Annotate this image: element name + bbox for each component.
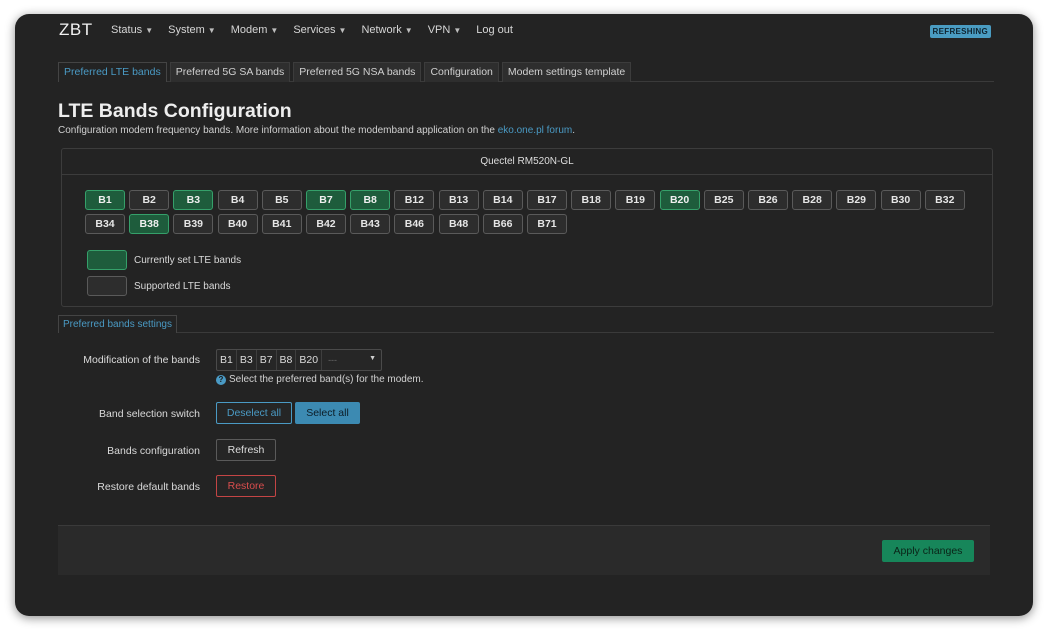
selected-band-chip: B3 bbox=[237, 350, 257, 370]
band-b28[interactable]: B28 bbox=[792, 190, 833, 210]
band-b8[interactable]: B8 bbox=[350, 190, 391, 210]
band-b34[interactable]: B34 bbox=[85, 214, 125, 234]
band-b26[interactable]: B26 bbox=[748, 190, 788, 210]
band-b3[interactable]: B3 bbox=[173, 190, 214, 210]
band-b20[interactable]: B20 bbox=[659, 190, 700, 210]
brand-logo[interactable]: ZBT bbox=[59, 20, 93, 40]
band-b17[interactable]: B17 bbox=[527, 190, 567, 210]
menu-modem[interactable]: Modem ▼ bbox=[231, 24, 279, 36]
band-b71[interactable]: B71 bbox=[527, 214, 567, 234]
deselect-all-button[interactable]: Deselect all bbox=[216, 402, 292, 424]
dropdown-arrow-icon: ▼ bbox=[369, 355, 376, 362]
main-menu: Status ▼ System ▼ Modem ▼ Services ▼ Network… bbox=[111, 24, 528, 36]
tab-preferred-bands-settings[interactable]: Preferred bands settings bbox=[58, 315, 177, 333]
menu-label: Modem bbox=[230, 24, 268, 36]
menu-system[interactable]: System ▼ bbox=[168, 24, 216, 36]
selected-band-chip: B8 bbox=[277, 350, 297, 370]
restore-label: Restore default bands bbox=[97, 481, 200, 493]
tab-modem-settings-template[interactable]: Modem settings template bbox=[501, 62, 632, 82]
band-b42[interactable]: B42 bbox=[306, 214, 346, 234]
band-b12[interactable]: B12 bbox=[394, 190, 435, 210]
band-hint: ? Select the preferred band(s) for the mo… bbox=[216, 374, 424, 385]
apply-changes-button[interactable]: Apply changes bbox=[882, 540, 974, 562]
band-b32[interactable]: B32 bbox=[924, 190, 965, 210]
config-label: Bands configuration bbox=[107, 445, 200, 457]
more-indicator: --- bbox=[328, 355, 338, 365]
caret-down-icon: ▼ bbox=[145, 26, 154, 35]
page-tabs: Preferred LTE bands Preferred 5G SA band… bbox=[58, 62, 994, 82]
band-b43[interactable]: B43 bbox=[350, 214, 391, 234]
menu-logout[interactable]: Log out bbox=[476, 24, 513, 36]
band-multiselect[interactable]: B1 B3 B7 B8 B20 --- ▼ bbox=[216, 349, 382, 371]
help-icon: ? bbox=[216, 375, 226, 385]
switch-label: Band selection switch bbox=[99, 408, 200, 420]
band-b19[interactable]: B19 bbox=[615, 190, 656, 210]
menu-label: Status bbox=[111, 24, 143, 36]
tab-preferred-lte-bands[interactable]: Preferred LTE bands bbox=[58, 62, 167, 82]
menu-status[interactable]: Status ▼ bbox=[111, 24, 153, 36]
top-navbar: ZBT Status ▼ System ▼ Modem ▼ Services ▼ Net… bbox=[15, 14, 1033, 48]
band-b13[interactable]: B13 bbox=[438, 190, 479, 210]
page-title: LTE Bands Configuration bbox=[58, 100, 292, 122]
modification-label: Modification of the bands bbox=[83, 354, 200, 366]
refresh-button[interactable]: Refresh bbox=[216, 439, 276, 461]
menu-vpn[interactable]: VPN ▼ bbox=[428, 24, 462, 36]
modem-bands-panel: Quectel RM520N-GL B1 B2 B3 B4 B5 B7 B8 B12 B13 B1… bbox=[61, 148, 993, 307]
band-b4[interactable]: B4 bbox=[217, 190, 258, 210]
app-window: ZBT Status ▼ System ▼ Modem ▼ Services ▼ Net… bbox=[15, 14, 1033, 616]
legend-current-swatch bbox=[87, 250, 127, 270]
tab-preferred-5g-nsa-bands[interactable]: Preferred 5G NSA bands bbox=[293, 62, 422, 82]
selected-band-chip: B7 bbox=[257, 350, 277, 370]
selected-band-chip: B20 bbox=[296, 350, 323, 370]
menu-label: Services bbox=[293, 24, 336, 36]
band-b48[interactable]: B48 bbox=[438, 214, 479, 234]
settings-tabs: Preferred bands settings bbox=[58, 315, 994, 333]
restore-button[interactable]: Restore bbox=[216, 475, 276, 497]
band-b25[interactable]: B25 bbox=[703, 190, 744, 210]
band-b7[interactable]: B7 bbox=[306, 190, 346, 210]
band-b2[interactable]: B2 bbox=[129, 190, 170, 210]
menu-network[interactable]: Network ▼ bbox=[361, 24, 412, 36]
menu-label: Log out bbox=[476, 24, 513, 36]
forum-link[interactable]: eko.one.pl forum bbox=[498, 125, 573, 136]
band-b30[interactable]: B30 bbox=[880, 190, 921, 210]
band-b5[interactable]: B5 bbox=[261, 190, 302, 210]
page-description: Configuration modem frequency bands. Mor… bbox=[58, 125, 575, 136]
menu-label: VPN bbox=[427, 24, 451, 36]
caret-down-icon: ▼ bbox=[453, 26, 462, 35]
selected-band-chip: B1 bbox=[217, 350, 237, 370]
caret-down-icon: ▼ bbox=[338, 26, 347, 35]
menu-label: System bbox=[168, 24, 205, 36]
band-b29[interactable]: B29 bbox=[836, 190, 877, 210]
legend-supported-swatch bbox=[87, 276, 127, 296]
tab-preferred-5g-sa-bands[interactable]: Preferred 5G SA bands bbox=[169, 62, 291, 82]
band-b40[interactable]: B40 bbox=[217, 214, 258, 234]
modem-name: Quectel RM520N-GL bbox=[62, 149, 992, 175]
tab-configuration[interactable]: Configuration bbox=[424, 62, 499, 82]
band-b66[interactable]: B66 bbox=[482, 214, 523, 234]
caret-down-icon: ▼ bbox=[404, 26, 413, 35]
status-badge: REFRESHING bbox=[929, 25, 991, 38]
menu-label: Network bbox=[361, 24, 402, 36]
hint-text: Select the preferred band(s) for the mod… bbox=[229, 374, 424, 385]
band-b41[interactable]: B41 bbox=[261, 214, 302, 234]
legend-current-label: Currently set LTE bands bbox=[134, 255, 242, 266]
band-b18[interactable]: B18 bbox=[571, 190, 612, 210]
band-b1[interactable]: B1 bbox=[85, 190, 125, 210]
description-end: . bbox=[572, 125, 575, 136]
band-b14[interactable]: B14 bbox=[482, 190, 523, 210]
band-b38[interactable]: B38 bbox=[129, 214, 170, 234]
caret-down-icon: ▼ bbox=[207, 26, 216, 35]
caret-down-icon: ▼ bbox=[270, 26, 279, 35]
menu-services[interactable]: Services ▼ bbox=[293, 24, 346, 36]
select-all-button[interactable]: Select all bbox=[295, 402, 360, 424]
band-b39[interactable]: B39 bbox=[173, 214, 214, 234]
description-text: Configuration modem frequency bands. Mor… bbox=[58, 125, 498, 136]
legend-supported-label: Supported LTE bands bbox=[134, 281, 231, 292]
band-b46[interactable]: B46 bbox=[394, 214, 435, 234]
footer-bar: Apply changes bbox=[58, 525, 990, 575]
